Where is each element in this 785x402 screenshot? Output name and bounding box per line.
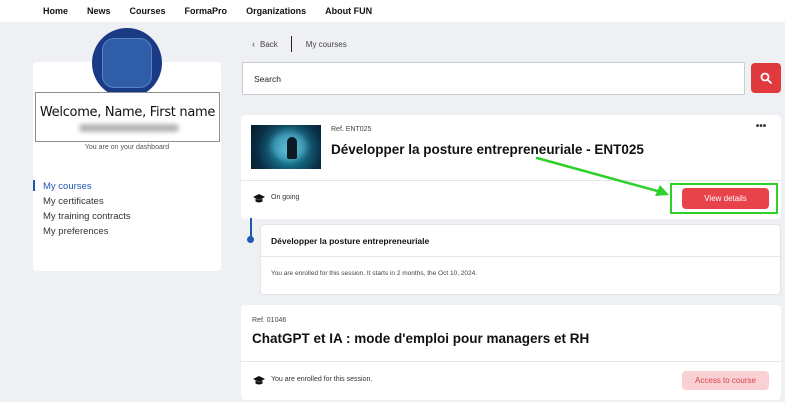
thumbnail-figure <box>287 137 297 159</box>
nav-organizations[interactable]: Organizations <box>246 6 306 16</box>
access-to-course-button[interactable]: Access to course <box>682 371 769 390</box>
sidebar-item-my-training-contracts[interactable]: My training contracts <box>43 209 131 224</box>
sidebar-menu: My courses My certificates My training c… <box>43 179 131 239</box>
breadcrumb-separator <box>290 36 292 52</box>
session-note: You are enrolled for this session. It st… <box>271 270 478 277</box>
session-card <box>260 224 781 295</box>
search-button[interactable] <box>751 63 781 93</box>
nav-home[interactable]: Home <box>43 6 68 16</box>
view-details-button[interactable]: View details <box>682 188 769 209</box>
welcome-text: Welcome, Name, First name <box>39 105 216 120</box>
nav-news[interactable]: News <box>87 6 111 16</box>
course-title[interactable]: Développer la posture entrepreneuriale -… <box>331 142 644 157</box>
course-ref: Ref. 01046 <box>252 317 287 324</box>
nav-formapro[interactable]: FormaPro <box>185 6 228 16</box>
course-status: On going <box>271 194 300 201</box>
nav-about-fun[interactable]: About FUN <box>325 6 372 16</box>
back-link[interactable]: Back <box>260 40 278 49</box>
sidebar-item-my-courses[interactable]: My courses <box>43 179 131 194</box>
search-input[interactable] <box>242 62 745 95</box>
divider <box>241 361 781 362</box>
divider <box>241 180 781 181</box>
session-title: Développer la posture entrepreneuriale <box>271 236 430 246</box>
more-options-icon[interactable]: ••• <box>752 122 770 136</box>
nav-courses[interactable]: Courses <box>130 6 166 16</box>
avatar-image <box>102 38 152 88</box>
graduation-cap-icon <box>253 194 265 203</box>
divider <box>260 256 781 257</box>
avatar <box>95 31 159 95</box>
search-icon <box>760 72 772 84</box>
dashboard-note: You are on your dashboard <box>84 144 170 151</box>
breadcrumb: ‹ Back My courses <box>252 36 347 52</box>
course-thumbnail <box>251 125 321 169</box>
breadcrumb-current: My courses <box>305 39 347 49</box>
sidebar-item-my-preferences[interactable]: My preferences <box>43 224 131 239</box>
course-status: You are enrolled for this session. <box>271 376 373 383</box>
course-ref: Ref. ENT025 <box>331 126 372 133</box>
welcome-box: Welcome, Name, First name <box>35 92 220 142</box>
course-title[interactable]: ChatGPT et IA : mode d'emploi pour manag… <box>252 331 589 346</box>
blurred-user-name <box>79 124 179 132</box>
active-menu-indicator <box>33 180 35 191</box>
timeline-dot <box>247 236 254 243</box>
graduation-cap-icon <box>253 376 265 385</box>
chevron-left-icon[interactable]: ‹ <box>252 39 255 49</box>
sidebar-item-my-certificates[interactable]: My certificates <box>43 194 131 209</box>
top-navigation: Home News Courses FormaPro Organizations… <box>0 0 785 22</box>
